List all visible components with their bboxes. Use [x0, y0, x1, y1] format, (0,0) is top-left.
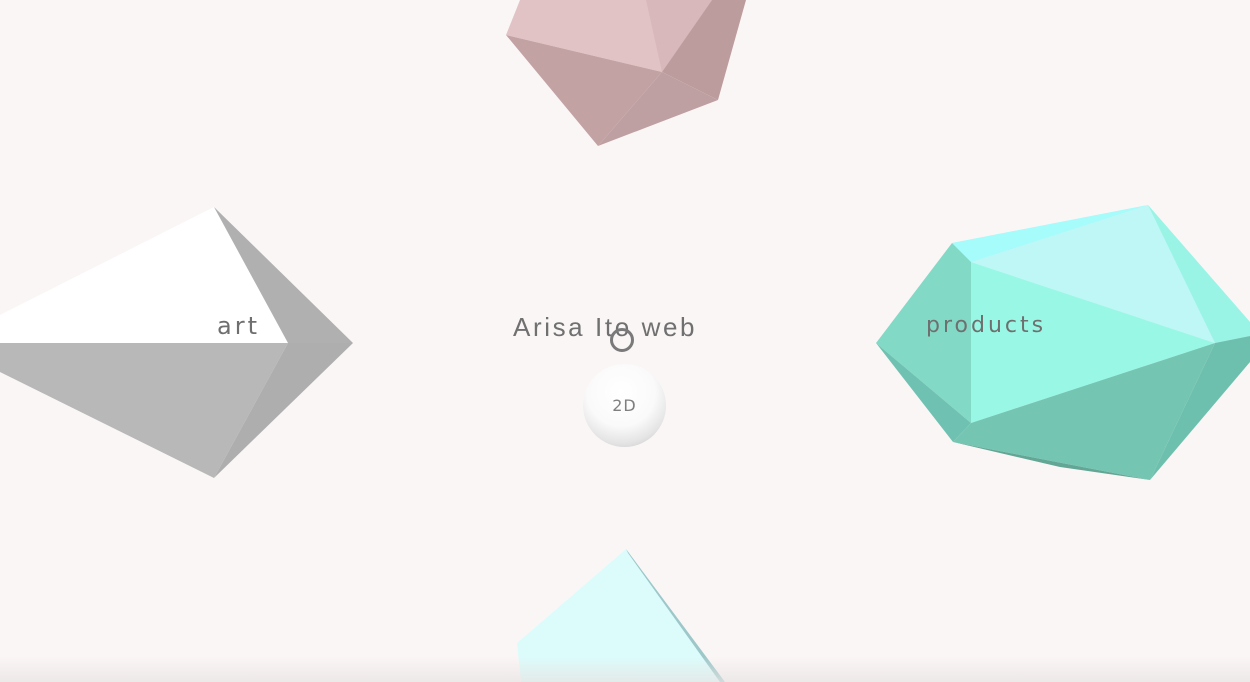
products-polyhedron-shape[interactable] — [876, 205, 1250, 480]
top-polyhedron-shape[interactable] — [506, 0, 746, 146]
toggle-2d-button[interactable]: 2D — [583, 364, 666, 447]
art-nav-link[interactable]: art — [217, 312, 260, 340]
products-nav-link[interactable]: products — [926, 313, 1046, 338]
toggle-2d-label: 2D — [612, 396, 637, 415]
site-title: Arisa Ito web — [513, 312, 698, 342]
three-d-stage[interactable]: art products Arisa Ito web 2D — [0, 0, 1250, 682]
bottom-polyhedron-shape[interactable] — [517, 549, 725, 682]
art-polyhedron-shape[interactable] — [0, 207, 353, 478]
